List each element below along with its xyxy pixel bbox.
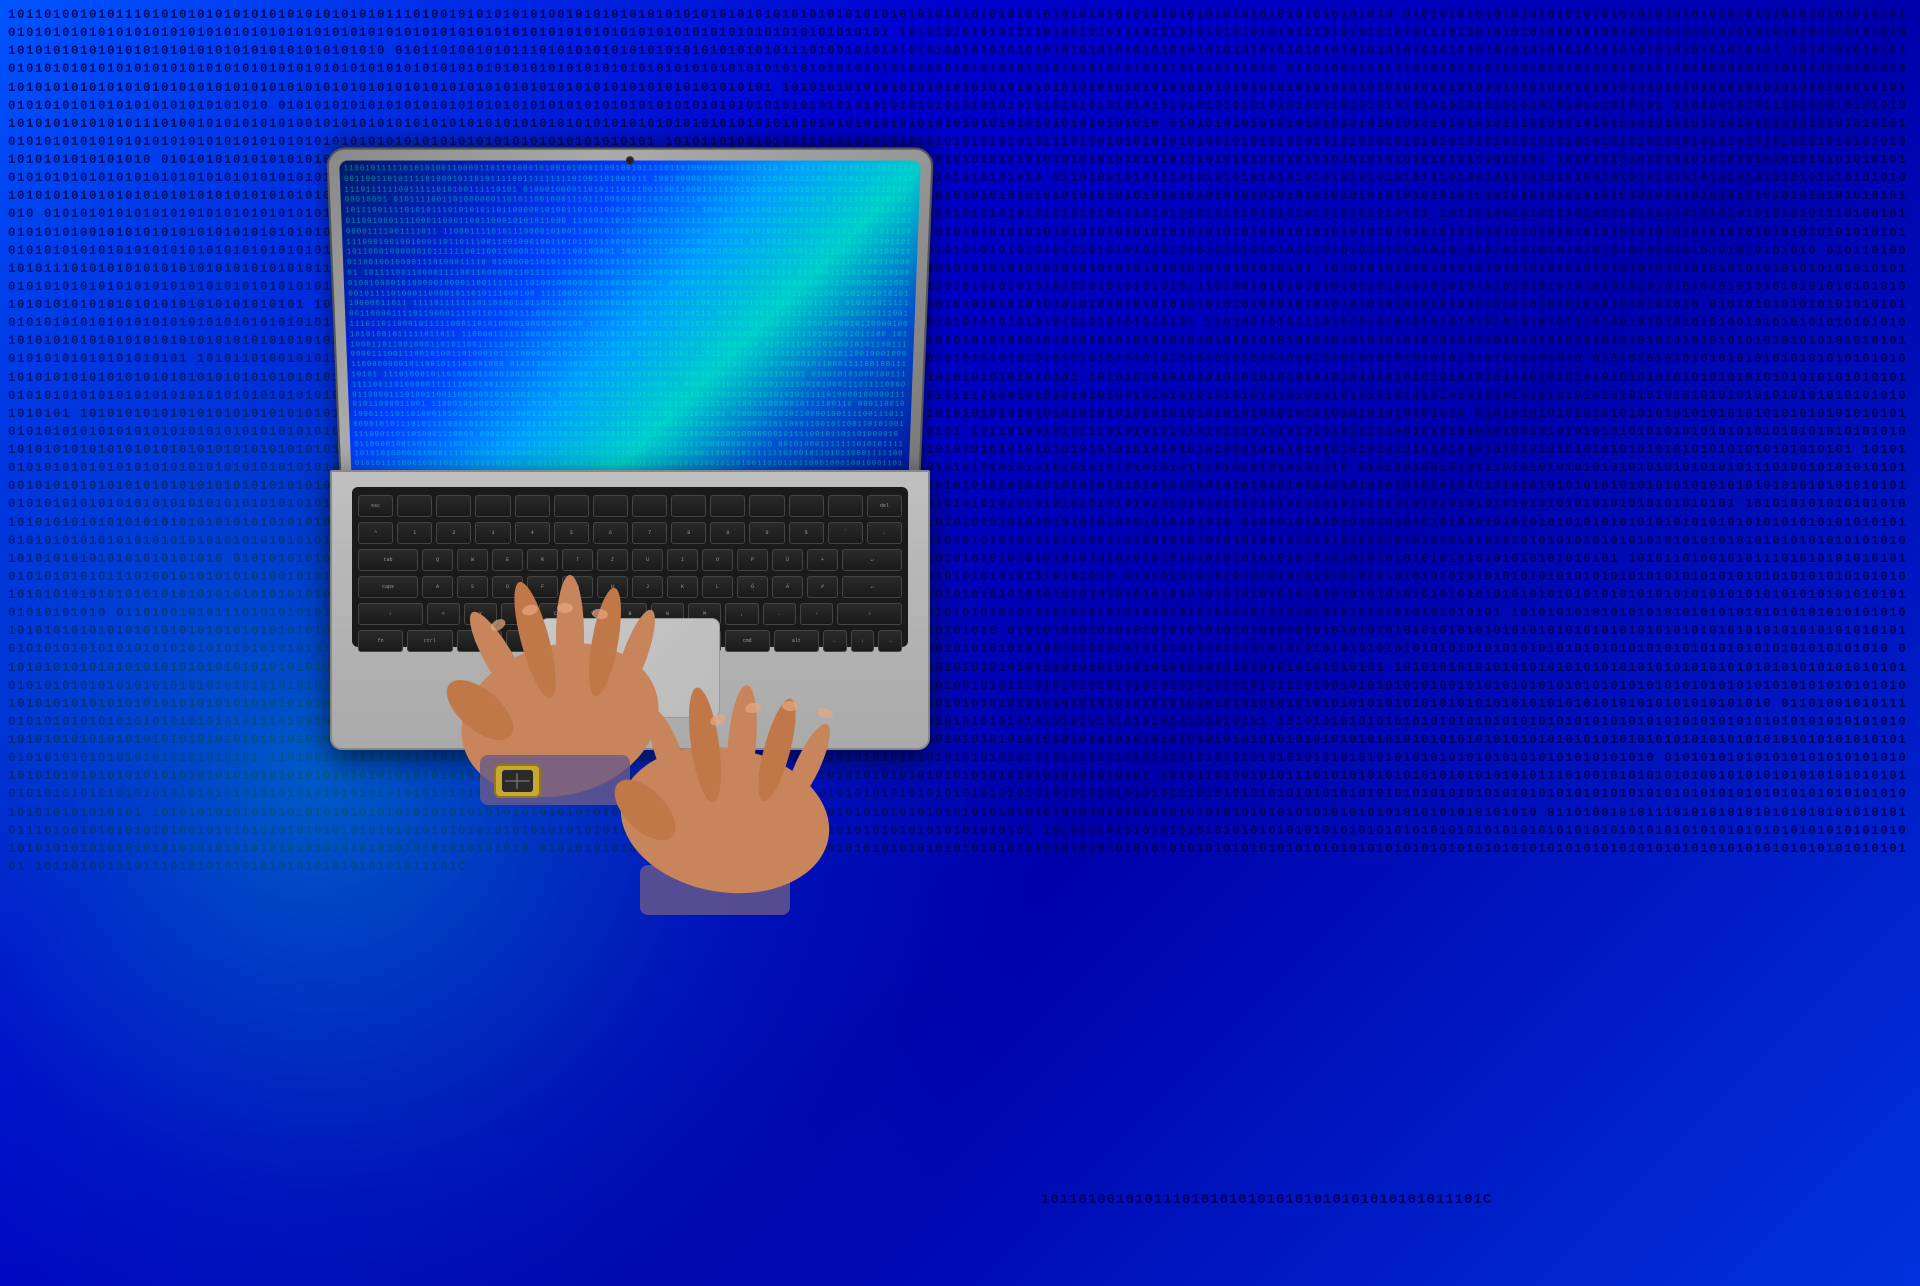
key-I[interactable]: I [667,549,698,571]
key-E[interactable]: E [492,549,523,571]
key-spacebar[interactable] [632,495,667,517]
key-0[interactable]: 0 [749,522,784,544]
key-spacebar[interactable] [436,495,471,517]
key-↵[interactable]: ↵ [842,549,902,571]
binary-background: 1011010010101110101010101010101010101010… [0,0,1920,1286]
key-spacebar[interactable] [789,495,824,517]
key-Z[interactable]: Z [597,549,628,571]
key-^[interactable]: ^ [358,522,393,544]
key-7[interactable]: 7 [632,522,667,544]
key-ctrl[interactable]: ctrl [407,630,452,652]
key-spacebar[interactable] [828,495,863,517]
key-F[interactable]: F [527,576,558,598]
key-2[interactable]: 2 [436,522,471,544]
key-+[interactable]: + [807,549,838,571]
key-spacebar[interactable] [515,495,550,517]
key-´[interactable]: ´ [828,522,863,544]
key-Ä[interactable]: Ä [772,576,803,598]
key-X[interactable]: X [501,603,534,625]
laptop-lid: 1100101111101010100110000110110100010100… [326,147,934,490]
key-6[interactable]: 6 [593,522,628,544]
keyboard-row-3: tabQWERTZUIOPÜ+↵ [358,549,902,571]
key-spacebar[interactable] [710,495,745,517]
laptop-screen: 1100101111101010100110000110110100010100… [339,161,921,481]
key-K[interactable]: K [667,576,698,598]
key-↵[interactable]: ↵ [842,576,902,598]
binary-text: 1011010010101110101010101010101010101010… [0,0,1920,1286]
key-A[interactable]: A [422,576,453,598]
key-4[interactable]: 4 [515,522,550,544]
webcam [626,156,634,165]
trackpad [540,618,720,718]
key-L[interactable]: L [702,576,733,598]
key-<[interactable]: < [427,603,460,625]
key-8[interactable]: 8 [671,522,706,544]
key-Ü[interactable]: Ü [772,549,803,571]
key-T[interactable]: T [562,549,593,571]
key-O[interactable]: O [702,549,733,571]
key-←[interactable]: ← [867,522,902,544]
key-alt[interactable]: alt [457,630,502,652]
key-9[interactable]: 9 [710,522,745,544]
key-.[interactable]: . [763,603,796,625]
key-5[interactable]: 5 [554,522,589,544]
bottom-binary-strip: 1011010010101110101010101010101010101010… [1041,1173,1920,1226]
key-ß[interactable]: ß [789,522,824,544]
key-Y[interactable]: Y [464,603,497,625]
key-3[interactable]: 3 [475,522,510,544]
key-⇧[interactable]: ⇧ [837,603,902,625]
key-del[interactable]: del [867,495,902,517]
key-alt[interactable]: alt [774,630,819,652]
key-spacebar[interactable] [554,495,589,517]
keyboard-row-4: capsASDFGHJKLÖÄ#↵ [358,576,902,598]
key-Ö[interactable]: Ö [737,576,768,598]
key-S[interactable]: S [457,576,488,598]
key-⇧[interactable]: ⇧ [358,603,423,625]
key--[interactable]: - [800,603,833,625]
key-W[interactable]: W [457,549,488,571]
screen-binary-display: 1100101111101010100110000110110100010100… [339,161,921,481]
keyboard-row-2: ^1234567890ß´← [358,522,902,544]
key-R[interactable]: R [527,549,558,571]
bottom-binary-text: 1011010010101110101010101010101010101010… [1041,1192,1492,1208]
key-esc[interactable]: esc [358,495,393,517]
key-↓[interactable]: ↓ [851,630,875,652]
key-spacebar[interactable] [671,495,706,517]
key-spacebar[interactable] [397,495,432,517]
keyboard-row-1: esc del [358,495,902,517]
main-scene: 1011010010101110101010101010101010101010… [0,0,1920,1286]
key-J[interactable]: J [632,576,663,598]
key-cmd[interactable]: cmd [725,630,770,652]
key-D[interactable]: D [492,576,523,598]
key-caps[interactable]: caps [358,576,418,598]
key-,[interactable]: , [725,603,758,625]
key-1[interactable]: 1 [397,522,432,544]
key-G[interactable]: G [562,576,593,598]
key-U[interactable]: U [632,549,663,571]
key-←[interactable]: ← [823,630,847,652]
laptop-base: escdel^1234567890ß´←tabQWERTZUIOPÜ+↵caps… [330,470,930,750]
key-P[interactable]: P [737,549,768,571]
key-spacebar[interactable] [593,495,628,517]
key-spacebar[interactable] [749,495,784,517]
key-→[interactable]: → [878,630,902,652]
key-#[interactable]: # [807,576,838,598]
key-fn[interactable]: fn [358,630,403,652]
key-Q[interactable]: Q [422,549,453,571]
key-spacebar[interactable] [475,495,510,517]
key-tab[interactable]: tab [358,549,418,571]
laptop: 1100101111101010100110000110110100010100… [340,160,940,860]
key-H[interactable]: H [597,576,628,598]
